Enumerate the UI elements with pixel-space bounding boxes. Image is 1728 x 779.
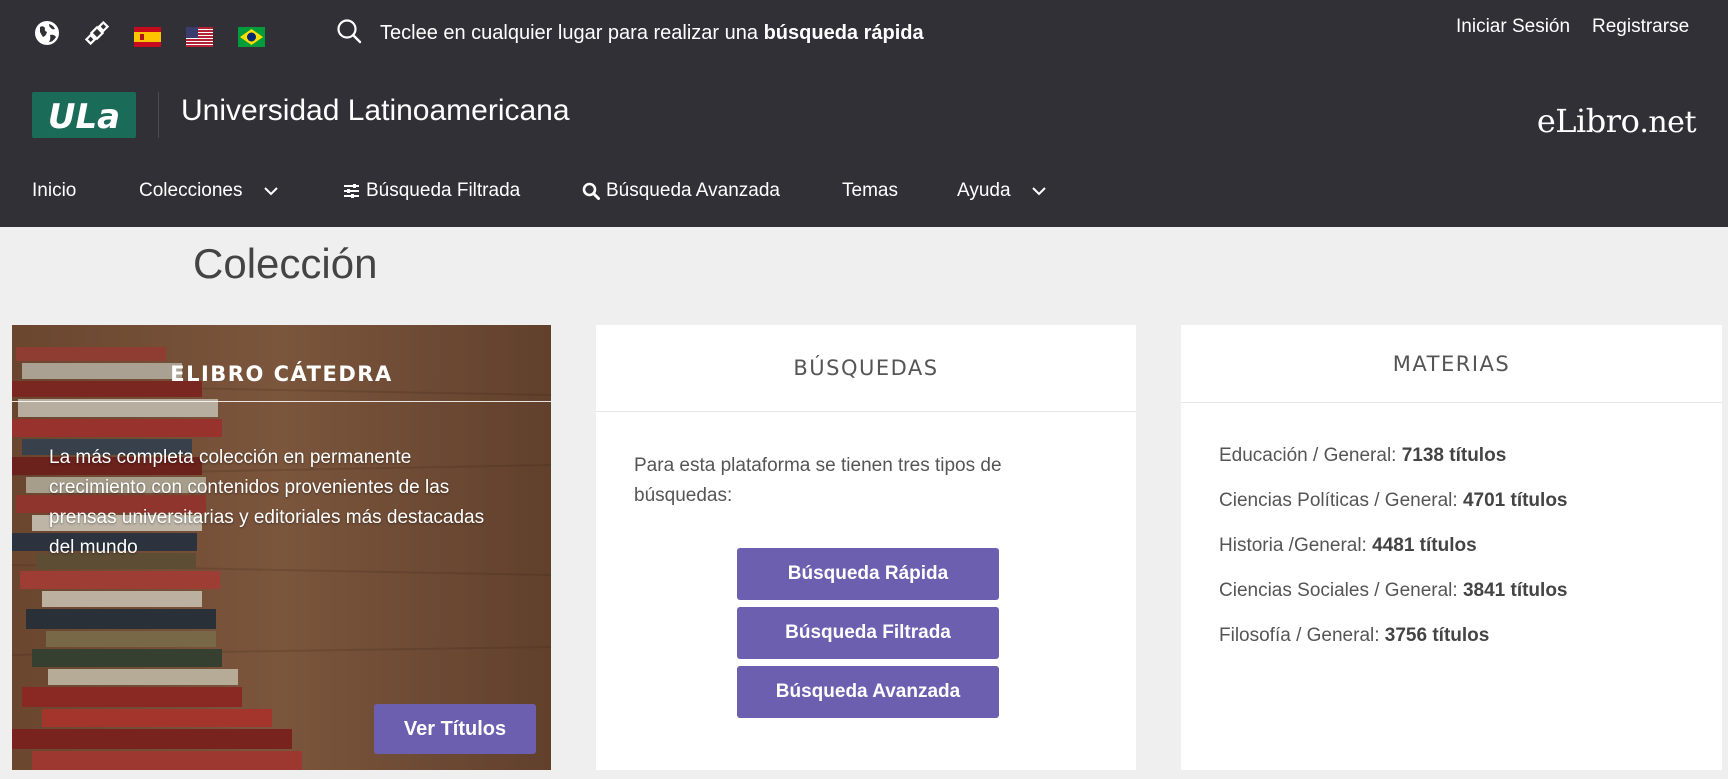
ula-logo[interactable]: ULa (32, 92, 136, 138)
brand-bar: ULa Universidad Latinoamericana eLibro.n… (0, 86, 1728, 146)
main-nav: Inicio Colecciones Búsqueda Filtrada Bús… (0, 168, 1728, 218)
catedra-divider (12, 401, 551, 402)
quick-search-hint[interactable]: Teclee en cualquier lugar para realizar … (336, 18, 924, 48)
university-name: Universidad Latinoamericana (181, 94, 570, 127)
flag-brazil-icon[interactable] (238, 27, 265, 47)
materias-title: MATERIAS (1181, 325, 1722, 403)
sliders-icon (343, 183, 360, 199)
busquedas-card: BÚSQUEDAS Para esta plataforma se tienen… (596, 325, 1136, 770)
nav-inicio[interactable]: Inicio (32, 180, 76, 202)
busqueda-filtrada-button[interactable]: Búsqueda Filtrada (737, 607, 999, 659)
login-link[interactable]: Iniciar Sesión (1456, 16, 1570, 38)
busquedas-title: BÚSQUEDAS (596, 325, 1136, 412)
materia-item[interactable]: Ciencias Sociales / General: 3841 título… (1219, 580, 1568, 602)
nav-busqueda-filtrada[interactable]: Búsqueda Filtrada (343, 180, 520, 202)
nav-ayuda[interactable]: Ayuda (957, 180, 1047, 202)
catedra-card: ELIBRO CÁTEDRA La más completa colección… (12, 325, 551, 770)
nav-temas[interactable]: Temas (842, 180, 898, 202)
nav-colecciones[interactable]: Colecciones (139, 180, 279, 202)
elibro-logo[interactable]: eLibro.net (1537, 102, 1697, 140)
flag-usa-icon[interactable] (186, 27, 213, 47)
nav-busqueda-avanzada[interactable]: Búsqueda Avanzada (582, 180, 780, 202)
satellite-icon[interactable] (84, 20, 110, 46)
chevron-down-icon (263, 186, 279, 196)
search-icon (336, 18, 362, 48)
busqueda-avanzada-button[interactable]: Búsqueda Avanzada (737, 666, 999, 718)
busquedas-description: Para esta plataforma se tienen tres tipo… (634, 455, 1002, 506)
catedra-description: La más completa colección en permanente … (49, 447, 485, 558)
busqueda-rapida-button[interactable]: Búsqueda Rápida (737, 548, 999, 600)
materia-item[interactable]: Ciencias Políticas / General: 4701 títul… (1219, 490, 1568, 512)
catedra-title: ELIBRO CÁTEDRA (170, 362, 393, 386)
materias-card: MATERIAS Educación / General: 7138 títul… (1181, 325, 1722, 770)
materia-item[interactable]: Historia /General: 4481 títulos (1219, 535, 1477, 557)
ver-titulos-button[interactable]: Ver Títulos (374, 704, 536, 754)
top-bar: Teclee en cualquier lugar para realizar … (0, 0, 1728, 64)
page-title: Colección (193, 240, 378, 287)
chevron-down-icon (1031, 186, 1047, 196)
quick-search-text: Teclee en cualquier lugar para realizar … (380, 21, 924, 44)
flag-spain-icon[interactable] (134, 27, 161, 47)
site-header: Teclee en cualquier lugar para realizar … (0, 0, 1728, 227)
brand-divider (158, 92, 159, 138)
globe-icon[interactable] (34, 20, 60, 46)
logo-text: ULa (48, 97, 120, 136)
materia-item[interactable]: Educación / General: 7138 títulos (1219, 445, 1506, 467)
materia-item[interactable]: Filosofía / General: 3756 títulos (1219, 625, 1489, 647)
magnifier-icon (582, 182, 600, 200)
register-link[interactable]: Registrarse (1592, 16, 1689, 38)
